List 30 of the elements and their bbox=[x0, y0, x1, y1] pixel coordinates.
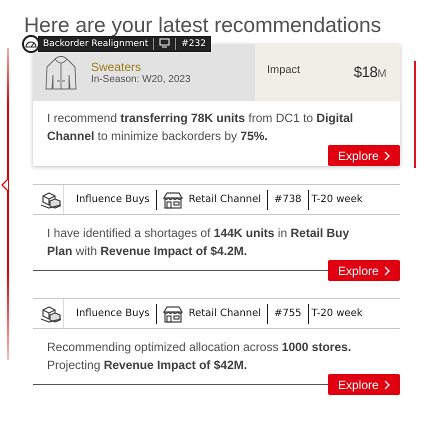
category-label: Influence Buys bbox=[75, 194, 151, 205]
week-label: T-20 week bbox=[310, 308, 364, 319]
boxes-icon bbox=[40, 304, 62, 322]
monitor-icon bbox=[159, 38, 170, 48]
boxes-icon bbox=[40, 190, 62, 208]
recommendation-text: Recommending optimized allocation across 1000 stores. Projecting Revenue Impact of $42M. bbox=[46, 339, 352, 374]
card-number: #755 bbox=[273, 308, 303, 319]
store-icon bbox=[162, 190, 183, 208]
channel-label: Retail Channel bbox=[188, 194, 262, 205]
impact-value: $18M bbox=[354, 64, 386, 83]
impact-label: Impact bbox=[267, 64, 300, 78]
channel-label: Retail Channel bbox=[188, 308, 262, 319]
card-number: #738 bbox=[273, 194, 303, 205]
chevron-icon bbox=[384, 266, 390, 276]
product-name: Sweaters bbox=[91, 60, 142, 74]
season-label: In-Season: W20, 2023 bbox=[91, 74, 191, 85]
tag-number: #232 bbox=[180, 39, 207, 49]
explore-button[interactable]: Explore bbox=[328, 260, 400, 281]
recommendation-text: I recommend transferring 78K units from DC1 to Digital Channel to minimize backorders by 75%. bbox=[46, 110, 354, 145]
page-title: Here are your latest recommendations bbox=[23, 13, 382, 36]
explore-button[interactable]: Explore bbox=[328, 374, 400, 395]
week-label: T-20 week bbox=[310, 194, 364, 205]
chevron-icon bbox=[384, 380, 390, 390]
category-label: Influence Buys bbox=[75, 308, 151, 319]
chevron-icon bbox=[384, 150, 390, 160]
jacket-icon bbox=[45, 54, 77, 90]
tag-label: Backorder Realignment bbox=[42, 39, 150, 49]
recommendation-text: I have identified a shortages of 144K units in Retail Buy Plan with Revenue Impact of $4.2M. bbox=[46, 225, 350, 260]
explore-button[interactable]: Explore bbox=[328, 145, 400, 166]
store-icon bbox=[162, 304, 183, 322]
